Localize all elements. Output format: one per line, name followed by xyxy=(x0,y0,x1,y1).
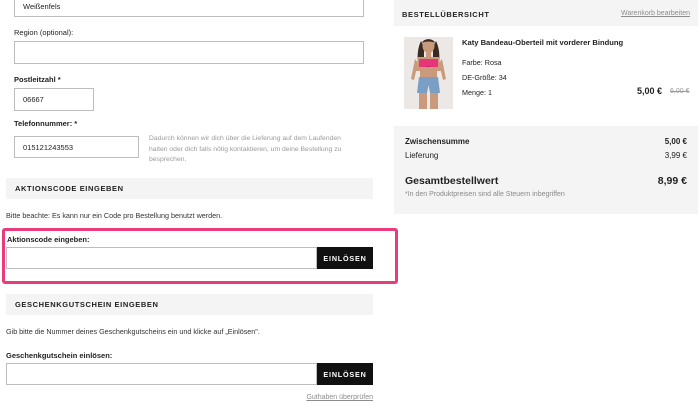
giftcard-section-header: GESCHENKGUTSCHEIN EINGEBEN xyxy=(6,294,373,315)
promo-section-header: AKTIONSCODE EINGEBEN xyxy=(6,178,373,199)
shipping-label: Lieferung xyxy=(405,151,439,160)
giftcard-section-title: GESCHENKGUTSCHEIN EINGEBEN xyxy=(15,300,159,309)
summary-title: BESTELLÜBERSICHT xyxy=(402,10,490,19)
product-name[interactable]: Katy Bandeau-Oberteil mit vorderer Bindu… xyxy=(462,38,623,47)
phone-helper-text: Dadurch können wir dich über die Lieferu… xyxy=(149,135,342,163)
phone-input[interactable]: 015121243553 xyxy=(14,136,139,158)
region-input[interactable] xyxy=(14,41,364,64)
check-balance-link[interactable]: Guthaben überprüfen xyxy=(306,394,373,401)
giftcard-redeem-button[interactable]: EINLÖSEN xyxy=(317,363,373,385)
phone-label: Telefonnummer: * xyxy=(14,119,78,128)
promo-code-input[interactable] xyxy=(6,247,317,269)
promo-field-label: Aktionscode eingeben: xyxy=(7,235,90,244)
product-color: Farbe: Rosa xyxy=(462,58,502,67)
shipping-value: 3,99 € xyxy=(664,151,687,160)
phone-value: 015121243553 xyxy=(23,142,74,152)
postcode-label: Postleitzahl * xyxy=(14,75,61,84)
total-value: 8,99 € xyxy=(657,175,687,187)
product-photo-illustration xyxy=(404,37,453,109)
tax-note: *In den Produktpreisen sind alle Steuern… xyxy=(405,191,565,198)
promo-section-title: AKTIONSCODE EINGEBEN xyxy=(15,184,124,193)
product-size: DE-Größe: 34 xyxy=(462,73,507,82)
city-value: Weißenfels xyxy=(23,2,61,11)
city-input[interactable]: Weißenfels xyxy=(14,0,364,17)
region-label: Region (optional): xyxy=(14,28,74,37)
giftcard-field-label: Geschenkgutschein einlösen: xyxy=(6,351,113,360)
subtotal-label: Zwischensumme xyxy=(405,137,470,146)
total-label: Gesamtbestellwert xyxy=(405,175,499,187)
product-price: 5,00 € xyxy=(637,86,663,96)
postcode-value: 06667 xyxy=(23,95,44,104)
promo-note: Bitte beachte: Es kann nur ein Code pro … xyxy=(6,211,223,220)
edit-cart-link[interactable]: Warenkorb bearbeiten xyxy=(621,10,690,17)
product-old-price: 6,00 € xyxy=(670,88,690,95)
subtotal-value: 5,00 € xyxy=(664,137,687,146)
product-image[interactable] xyxy=(404,37,453,109)
promo-redeem-button[interactable]: EINLÖSEN xyxy=(317,247,373,269)
product-quantity: Menge: 1 xyxy=(462,88,492,97)
giftcard-input[interactable] xyxy=(6,363,317,385)
giftcard-note: Gib bitte die Nummer deines Geschenkguts… xyxy=(6,327,260,336)
postcode-input[interactable]: 06667 xyxy=(14,88,94,111)
